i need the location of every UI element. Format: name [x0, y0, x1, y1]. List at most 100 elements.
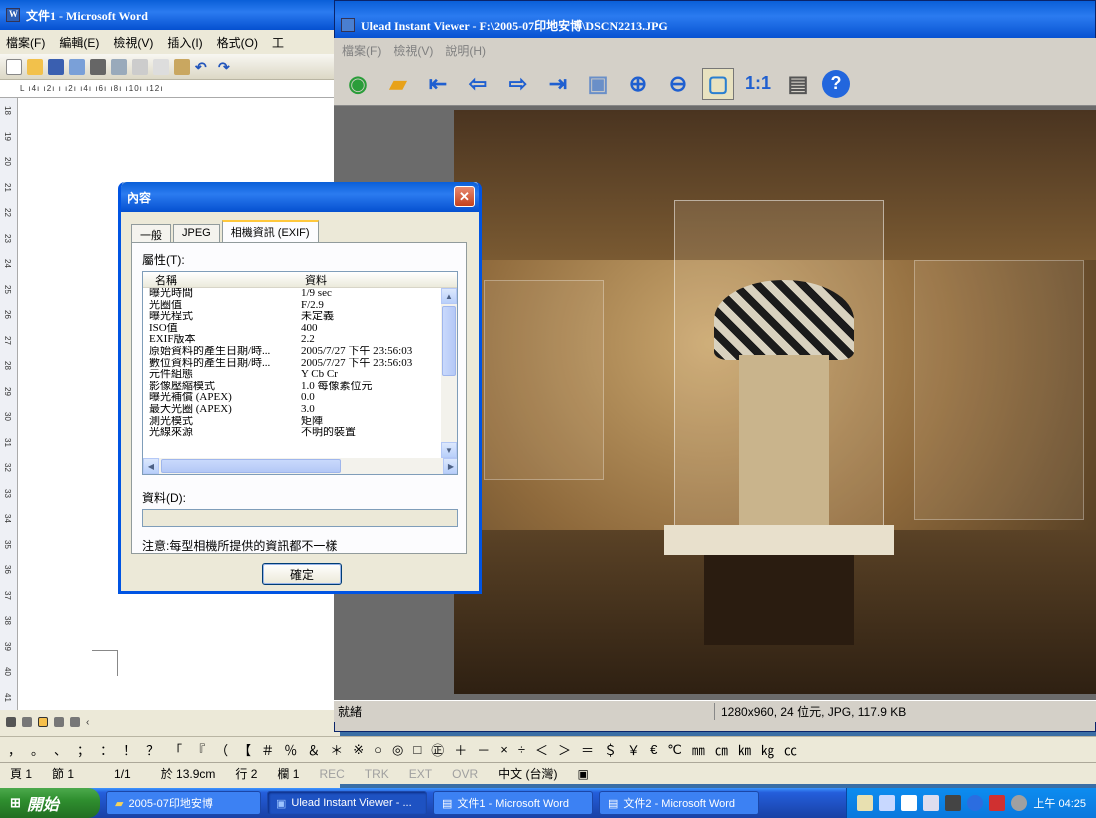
open-folder-icon[interactable] [27, 58, 43, 75]
scroll-up-icon[interactable]: ▲ [441, 288, 457, 304]
symbol-button[interactable]: ￥ [627, 740, 640, 759]
word-menu-edit[interactable]: 編輯(E) [59, 34, 99, 51]
task-folder[interactable]: ▰ 2005-07印地安博 [106, 791, 261, 815]
actual-size-icon[interactable]: 1:1 [742, 68, 774, 100]
zoom-in-icon[interactable]: ⊕ [622, 68, 654, 100]
list-item[interactable]: 數位資料的產生日期/時... 2005/7/27 下午 23:56:03 [143, 358, 457, 370]
scroll-right-icon[interactable]: ▶ [443, 458, 457, 474]
antivirus-icon[interactable] [989, 795, 1006, 811]
task-viewer[interactable]: ▣ Ulead Instant Viewer - ... [267, 791, 427, 815]
symbol-button[interactable]: （ [215, 740, 228, 759]
symbol-button[interactable]: ？ [146, 740, 159, 759]
list-item[interactable]: 最大光圈 (APEX) 3.0 [143, 404, 457, 416]
symbol-button[interactable]: ＊ [330, 740, 343, 759]
word-menu-view[interactable]: 檢視(V) [113, 34, 153, 51]
symbol-button[interactable]: 。 [31, 740, 44, 759]
status-trk[interactable]: TRK [355, 767, 399, 781]
symbol-button[interactable]: ， [8, 740, 21, 759]
spelling-status-icon[interactable]: ▣ [567, 767, 598, 781]
col-value-header[interactable]: 資料 [293, 272, 327, 287]
ime-mode-icon[interactable] [879, 795, 896, 811]
symbol-button[interactable]: □ [413, 742, 421, 757]
network-icon[interactable] [1011, 795, 1028, 811]
symbol-button[interactable]: 【 [238, 740, 251, 759]
print-layout-icon[interactable] [38, 717, 48, 727]
symbol-button[interactable]: ㎞ [738, 740, 751, 759]
task-word2[interactable]: ▤ 文件2 - Microsoft Word [599, 791, 759, 815]
browse-icon[interactable]: ◉ [342, 68, 374, 100]
redo-icon[interactable]: ↷ [218, 59, 236, 75]
list-item[interactable]: 曝光補償 (APEX) 0.0 [143, 392, 457, 404]
list-item[interactable]: 曝光時間 1/9 sec [143, 288, 457, 300]
exif-list[interactable]: 名稱 資料 曝光時間 1/9 sec 光圈值 F/2.9 曝光程式 未定義 ISO值 400 E… [142, 271, 458, 475]
list-item[interactable]: ISO值 400 [143, 323, 457, 335]
paste-icon[interactable] [174, 58, 190, 75]
symbol-button[interactable]: 、 [54, 740, 67, 759]
scroll-down-icon[interactable]: ▼ [441, 442, 457, 458]
print-icon[interactable] [90, 58, 106, 75]
symbol-button[interactable]: ＆ [307, 740, 320, 759]
next-image-icon[interactable]: ⇨ [502, 68, 534, 100]
save-icon[interactable] [48, 58, 64, 75]
symbol-button[interactable]: ℃ [667, 742, 682, 758]
symbol-button[interactable]: ※ [353, 742, 364, 758]
last-image-icon[interactable]: ⇥ [542, 68, 574, 100]
help-icon[interactable]: ? [822, 69, 850, 98]
symbol-button[interactable]: ㎜ [692, 740, 705, 759]
close-button[interactable]: ✕ [454, 186, 475, 207]
symbol-button[interactable]: × [500, 742, 508, 757]
symbol-button[interactable]: ＞ [558, 740, 571, 759]
zoom-out-icon[interactable]: ⊖ [662, 68, 694, 100]
start-button[interactable]: ⊞ 開始 [0, 788, 100, 818]
permission-icon[interactable] [69, 58, 85, 75]
list-item[interactable]: 影像壓縮模式 1.0 每像素位元 [143, 381, 457, 393]
symbol-button[interactable]: ！ [123, 740, 136, 759]
outline-view-icon[interactable] [54, 717, 64, 727]
symbol-button[interactable]: ＜ [535, 740, 548, 759]
ime-width-icon[interactable] [901, 795, 918, 811]
new-doc-icon[interactable] [6, 58, 22, 75]
normal-view-icon[interactable] [6, 717, 16, 727]
cut-icon[interactable] [132, 58, 148, 75]
open-icon[interactable]: ▰ [382, 68, 414, 100]
undo-icon[interactable]: ↶ [195, 59, 213, 75]
scroll-left-icon[interactable]: ‹ [86, 717, 96, 728]
symbol-button[interactable]: － [477, 740, 490, 759]
symbol-button[interactable]: ㎏ [761, 740, 774, 759]
list-item[interactable]: EXIF版本 2.2 [143, 334, 457, 346]
symbol-button[interactable]: ㏄ [784, 740, 797, 759]
word-menu-format[interactable]: 格式(O) [217, 34, 258, 51]
status-ovr[interactable]: OVR [442, 767, 488, 781]
list-item[interactable]: 元件組態 Y Cb Cr [143, 369, 457, 381]
symbol-button[interactable]: ◎ [392, 742, 403, 758]
list-item[interactable]: 光圈值 F/2.9 [143, 300, 457, 312]
ime-keyboard-icon[interactable] [923, 795, 940, 811]
print-preview-icon[interactable] [111, 58, 127, 75]
fit-window-icon[interactable]: ▢ [702, 67, 734, 100]
symbol-button[interactable]: ㊣ [431, 740, 444, 759]
previous-image-icon[interactable]: ⇦ [462, 68, 494, 100]
symbol-button[interactable]: ＋ [454, 740, 467, 759]
symbol-button[interactable]: ％ [284, 740, 297, 759]
vertical-scroll-thumb[interactable] [442, 306, 456, 376]
list-item[interactable]: 曝光程式 未定義 [143, 311, 457, 323]
first-image-icon[interactable]: ⇤ [422, 68, 454, 100]
reading-view-icon[interactable] [70, 717, 80, 727]
viewer-menu-file[interactable]: 檔案(F) [342, 42, 381, 59]
copy-icon[interactable] [153, 58, 169, 75]
status-ext[interactable]: EXT [399, 767, 442, 781]
symbol-button[interactable]: ㎝ [715, 740, 728, 759]
symbol-button[interactable]: 『 [192, 740, 205, 759]
viewer-menu-help[interactable]: 說明(H) [445, 42, 486, 59]
list-item[interactable]: 原始資料的產生日期/時... 2005/7/27 下午 23:56:03 [143, 346, 457, 358]
properties-icon[interactable]: ▣ [582, 68, 614, 100]
horizontal-scroll-thumb[interactable] [161, 459, 341, 473]
symbol-button[interactable]: ＝ [581, 740, 594, 759]
task-word1[interactable]: ▤ 文件1 - Microsoft Word [433, 791, 593, 815]
ok-button[interactable]: 確定 [262, 563, 342, 585]
word-menu-tools[interactable]: 工 [272, 34, 284, 51]
symbol-button[interactable]: 「 [169, 740, 182, 759]
viewer-menu-view[interactable]: 檢視(V) [393, 42, 433, 59]
list-item[interactable]: 光線來源 不明的裝置 [143, 427, 457, 439]
vertical-scrollbar[interactable]: ▲ ▼ [441, 288, 457, 458]
